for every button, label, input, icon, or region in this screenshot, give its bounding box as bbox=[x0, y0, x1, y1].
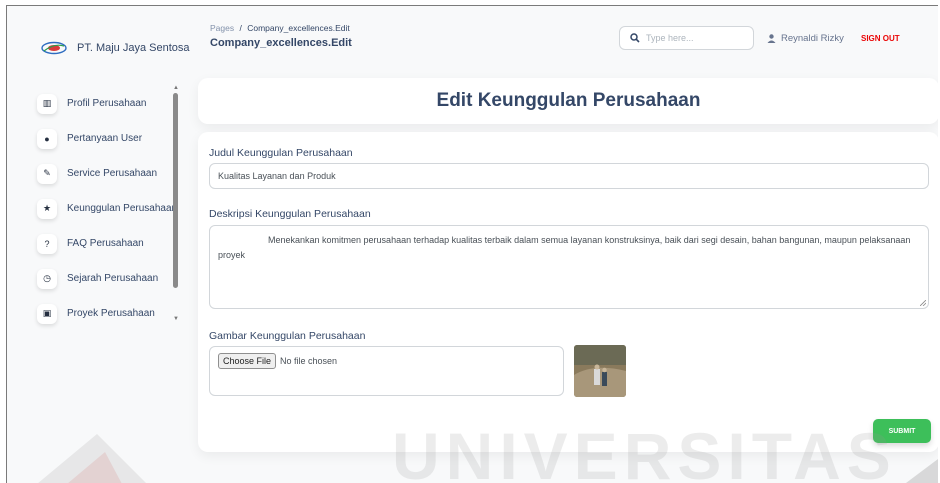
breadcrumb: Pages / Company_excellences.Edit bbox=[210, 23, 350, 33]
heading-card: Edit Keunggulan Perusahaan bbox=[198, 78, 938, 124]
sidebar-item-label: Proyek Perusahaan bbox=[67, 308, 155, 319]
star-icon: ★ bbox=[37, 198, 57, 219]
brand-name: PT. Maju Jaya Sentosa bbox=[77, 42, 190, 54]
search-input[interactable]: Type here... bbox=[619, 26, 754, 50]
sidebar-item-service[interactable]: ✎ Service Perusahaan bbox=[29, 156, 179, 191]
sidebar-item-label: Keunggulan Perusahaan bbox=[67, 203, 178, 214]
choose-file-button[interactable]: Choose File bbox=[218, 353, 277, 369]
sidebar-nav: ▥ Profil Perusahaan ● Pertanyaan User ✎ … bbox=[29, 86, 179, 331]
image-preview-photo bbox=[574, 345, 626, 397]
sidebar-item-label: Profil Perusahaan bbox=[67, 98, 147, 109]
resize-handle-icon[interactable] bbox=[920, 300, 926, 306]
user-name: Reynaldi Rizky bbox=[781, 33, 844, 44]
sidebar-item-label: FAQ Perusahaan bbox=[67, 238, 144, 249]
sidebar-item-proyek[interactable]: ▣ Proyek Perusahaan bbox=[29, 296, 179, 331]
sidebar-item-pertanyaan[interactable]: ● Pertanyaan User bbox=[29, 121, 179, 156]
form-heading: Edit Keunggulan Perusahaan bbox=[436, 90, 701, 111]
description-text: Menekankan komitmen perusahaan terhadap … bbox=[218, 235, 911, 260]
sidebar-item-keunggulan[interactable]: ★ Keunggulan Perusahaan bbox=[29, 191, 179, 226]
building-icon: ▥ bbox=[37, 93, 57, 114]
submit-button[interactable]: SUBMIT bbox=[873, 419, 931, 443]
user-profile[interactable]: Reynaldi Rizky bbox=[767, 33, 844, 44]
sidebar-item-faq[interactable]: ? FAQ Perusahaan bbox=[29, 226, 179, 261]
image-field-label: Gambar Keunggulan Perusahaan bbox=[209, 330, 366, 342]
description-field-label: Deskripsi Keunggulan Perusahaan bbox=[209, 208, 371, 220]
question-circle-icon: ? bbox=[37, 233, 57, 254]
breadcrumb-root[interactable]: Pages bbox=[210, 23, 234, 33]
sidebar-item-label: Pertanyaan User bbox=[67, 133, 143, 144]
app-frame: PT. Maju Jaya Sentosa ▥ Profil Perusahaa… bbox=[6, 5, 938, 483]
breadcrumb-current: Company_excellences.Edit bbox=[247, 23, 350, 33]
briefcase-icon: ▣ bbox=[37, 303, 57, 324]
sign-out-button[interactable]: SIGN OUT bbox=[861, 34, 900, 43]
page-title: Company_excellences.Edit bbox=[210, 37, 352, 49]
title-input[interactable]: Kualitas Layanan dan Produk bbox=[209, 163, 929, 189]
breadcrumb-separator: / bbox=[239, 23, 242, 33]
company-logo-icon bbox=[41, 41, 67, 55]
sidebar-item-label: Sejarah Perusahaan bbox=[67, 273, 159, 284]
search-icon bbox=[630, 33, 640, 43]
image-file-input[interactable]: Choose File No file chosen bbox=[209, 346, 564, 396]
edit-form-card: Judul Keunggulan Perusahaan Kualitas Lay… bbox=[198, 132, 938, 452]
watermark-logo-shape bbox=[38, 434, 146, 483]
image-preview bbox=[574, 345, 626, 397]
search-placeholder: Type here... bbox=[646, 33, 694, 43]
wrench-icon: ✎ bbox=[37, 163, 57, 184]
brand[interactable]: PT. Maju Jaya Sentosa bbox=[41, 41, 190, 55]
sidebar-item-sejarah[interactable]: ◷ Sejarah Perusahaan bbox=[29, 261, 179, 296]
sidebar-scrollbar[interactable] bbox=[173, 93, 178, 288]
title-field-label: Judul Keunggulan Perusahaan bbox=[209, 147, 353, 159]
description-textarea[interactable]: Menekankan komitmen perusahaan terhadap … bbox=[209, 225, 929, 309]
scroll-down-arrow-icon[interactable]: ▼ bbox=[173, 316, 179, 322]
scroll-up-arrow-icon[interactable]: ▲ bbox=[173, 85, 179, 91]
clock-icon: ◷ bbox=[37, 268, 57, 289]
info-circle-icon: ● bbox=[37, 128, 57, 149]
user-icon bbox=[767, 34, 776, 43]
no-file-text: No file chosen bbox=[280, 356, 338, 366]
sidebar-item-label: Service Perusahaan bbox=[67, 168, 158, 179]
sidebar-item-profil[interactable]: ▥ Profil Perusahaan bbox=[29, 86, 179, 121]
